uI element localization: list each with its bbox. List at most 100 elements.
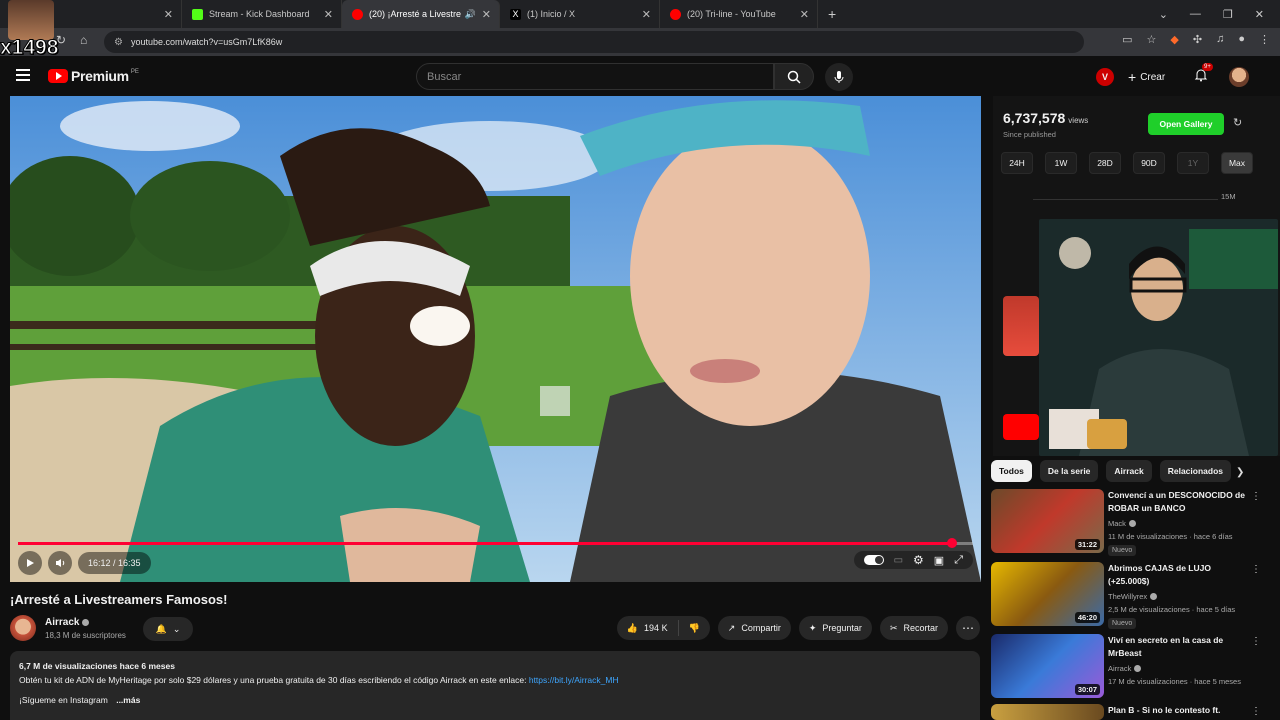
bookmark-star-icon[interactable]: ☆ bbox=[1147, 33, 1157, 46]
search-button[interactable] bbox=[774, 63, 814, 90]
dislike-button[interactable]: 👎 bbox=[679, 616, 710, 640]
recommendation-thumbnail[interactable]: 30:07 bbox=[991, 634, 1104, 698]
close-tab-icon[interactable]: ✕ bbox=[482, 8, 491, 21]
share-button[interactable]: ↗ Compartir bbox=[717, 616, 791, 640]
recommendation-thumbnail[interactable]: 46:20 bbox=[991, 562, 1104, 626]
subtitles-icon[interactable]: ▭ bbox=[894, 555, 903, 566]
video-description[interactable]: 6,7 M de visualizaciones hace 6 meses Ob… bbox=[10, 651, 980, 720]
browser-toolbar: ↻ ⌂ ⚙ youtube.com/watch?v=usGm7LfK86w ▭ … bbox=[0, 28, 1280, 56]
recommendation-item[interactable]: 46:20 Abrimos CAJAS de LUJO (+25.000$) T… bbox=[991, 562, 1280, 632]
mini-thumbnail[interactable] bbox=[1003, 296, 1039, 356]
autoplay-toggle[interactable] bbox=[863, 555, 884, 565]
more-options-icon[interactable]: ⋮ bbox=[1251, 636, 1261, 647]
recommendation-thumbnail[interactable] bbox=[991, 704, 1104, 720]
cast-icon[interactable]: ▭ bbox=[1122, 33, 1132, 46]
ask-button[interactable]: ✦ Preguntar bbox=[798, 616, 872, 640]
range-90d[interactable]: 90D bbox=[1133, 152, 1165, 174]
tab-youtube-current[interactable]: (20) ¡Arresté a Livestream 🔊 ✕ bbox=[342, 0, 500, 28]
voice-search-button[interactable] bbox=[825, 63, 853, 91]
menu-icon[interactable] bbox=[16, 69, 30, 81]
like-button[interactable]: 👍 194 K bbox=[617, 616, 678, 640]
browser-menu-icon[interactable]: ⋮ bbox=[1259, 33, 1270, 46]
description-line: Obtén tu kit de ADN de MyHeritage por so… bbox=[19, 673, 971, 687]
more-options-icon[interactable]: ⋮ bbox=[1251, 564, 1261, 575]
extension-fox-icon[interactable]: ◆ bbox=[1170, 33, 1178, 46]
play-button[interactable] bbox=[18, 551, 42, 575]
home-icon[interactable]: ⌂ bbox=[80, 33, 87, 47]
recommendation-channel: Airrack bbox=[1108, 664, 1142, 673]
search-icon bbox=[787, 70, 801, 84]
notification-count: 9+ bbox=[1202, 63, 1213, 71]
close-tab-icon[interactable]: ✕ bbox=[642, 8, 651, 21]
subscription-bell-button[interactable]: 🔔 ⌄ bbox=[143, 617, 193, 641]
close-tab-icon[interactable]: ✕ bbox=[164, 8, 173, 21]
progress-bar[interactable] bbox=[18, 538, 973, 548]
recommendation-title[interactable]: Viví en secreto en la casa de MrBeast bbox=[1108, 634, 1251, 660]
new-tab-button[interactable]: + bbox=[828, 6, 836, 22]
search-input[interactable]: Buscar bbox=[416, 63, 774, 90]
recommendation-meta: 2,5 M de visualizaciones · hace 5 días bbox=[1108, 605, 1236, 614]
address-bar[interactable]: ⚙ youtube.com/watch?v=usGm7LfK86w bbox=[104, 31, 1084, 53]
chevron-right-icon[interactable]: ❯ bbox=[1236, 467, 1244, 478]
range-1y[interactable]: 1Y bbox=[1177, 152, 1209, 174]
chip-relacionados[interactable]: Relacionados bbox=[1159, 460, 1231, 482]
volume-button[interactable] bbox=[48, 551, 72, 575]
video-duration: 46:20 bbox=[1074, 612, 1100, 623]
maximize-icon[interactable]: ❐ bbox=[1223, 8, 1233, 21]
new-badge: Nuevo bbox=[1108, 545, 1137, 556]
range-max[interactable]: Max bbox=[1221, 152, 1253, 174]
create-button[interactable]: + Crear bbox=[1128, 67, 1165, 87]
tab-youtube-triline[interactable]: (20) Tri-line - YouTube ✕ bbox=[660, 0, 818, 28]
chip-todos[interactable]: Todos bbox=[991, 460, 1032, 482]
recommendation-title[interactable]: Abrimos CAJAS de LUJO (+25.000$) bbox=[1108, 562, 1251, 588]
v-extension-icon[interactable]: V bbox=[1096, 68, 1114, 86]
recommendation-item[interactable]: 31:22 Convencí a un DESCONOCIDO de ROBAR… bbox=[991, 489, 1280, 559]
site-info-icon[interactable]: ⚙ bbox=[114, 37, 123, 48]
notifications-button[interactable]: 9+ bbox=[1194, 63, 1213, 87]
channel-text: Airrack bbox=[1108, 664, 1132, 673]
chip-airrack[interactable]: Airrack bbox=[1106, 460, 1152, 482]
settings-gear-icon[interactable]: ⚙ bbox=[913, 553, 924, 567]
tab-kick-dashboard[interactable]: Stream - Kick Dashboard ✕ bbox=[182, 0, 342, 28]
video-player[interactable]: 16:12 / 16:35 ▭ ⚙ ▣ ⤢ bbox=[10, 96, 981, 582]
youtube-logo[interactable]: Premium PE bbox=[48, 68, 139, 84]
close-tab-icon[interactable]: ✕ bbox=[324, 8, 333, 21]
description-link[interactable]: https://bit.ly/Airrack_MH bbox=[529, 675, 619, 685]
recommendation-title[interactable]: Convencí a un DESCONOCIDO de ROBAR un BA… bbox=[1108, 489, 1251, 515]
refresh-icon[interactable]: ↻ bbox=[1233, 116, 1242, 129]
range-24h[interactable]: 24H bbox=[1001, 152, 1033, 174]
puzzle-icon[interactable]: ✣ bbox=[1193, 33, 1202, 46]
mini-youtube-thumbnail[interactable] bbox=[1003, 414, 1039, 440]
range-1w[interactable]: 1W bbox=[1045, 152, 1077, 174]
channel-avatar[interactable] bbox=[10, 615, 36, 641]
range-28d[interactable]: 28D bbox=[1089, 152, 1121, 174]
clip-label: Recortar bbox=[903, 623, 938, 633]
chip-de-la-serie[interactable]: De la serie bbox=[1039, 460, 1099, 482]
fullscreen-icon[interactable]: ⤢ bbox=[954, 554, 963, 567]
tab-x-home[interactable]: X (1) Inicio / X ✕ bbox=[500, 0, 660, 28]
recommendation-item[interactable]: Plan B - Si no le contesto ft. ⋮ bbox=[991, 704, 1280, 720]
video-actions: 👍 194 K 👎 ↗ Compartir ✦ Preguntar ✂ Reco… bbox=[616, 616, 980, 640]
account-avatar[interactable] bbox=[1229, 67, 1249, 87]
close-window-icon[interactable]: ✕ bbox=[1255, 8, 1264, 21]
minimize-icon[interactable]: — bbox=[1190, 8, 1201, 20]
theater-mode-icon[interactable]: ▣ bbox=[934, 554, 944, 567]
recommendation-thumbnail[interactable]: 31:22 bbox=[991, 489, 1104, 553]
channel-name[interactable]: Airrack bbox=[45, 617, 90, 628]
media-control-icon[interactable]: ♫ bbox=[1216, 33, 1224, 46]
tab-search-icon[interactable]: ⌄ bbox=[1159, 8, 1168, 21]
more-options-icon[interactable]: ⋮ bbox=[1251, 706, 1261, 717]
clip-button[interactable]: ✂ Recortar bbox=[879, 616, 948, 640]
speaker-icon[interactable]: 🔊 bbox=[465, 9, 476, 20]
open-gallery-button[interactable]: Open Gallery bbox=[1148, 113, 1224, 135]
more-options-icon[interactable]: ⋮ bbox=[1251, 491, 1261, 502]
show-more-link[interactable]: ...más bbox=[116, 695, 140, 705]
verified-icon bbox=[1128, 520, 1136, 527]
recommendation-title[interactable]: Plan B - Si no le contesto ft. bbox=[1108, 704, 1251, 717]
close-tab-icon[interactable]: ✕ bbox=[800, 8, 809, 21]
share-label: Compartir bbox=[741, 623, 781, 633]
profile-icon[interactable]: ● bbox=[1238, 33, 1245, 46]
more-actions-button[interactable]: ⋯ bbox=[956, 616, 980, 640]
recommendation-item[interactable]: 30:07 Viví en secreto en la casa de MrBe… bbox=[991, 634, 1280, 704]
scrubber-handle[interactable] bbox=[946, 538, 957, 548]
